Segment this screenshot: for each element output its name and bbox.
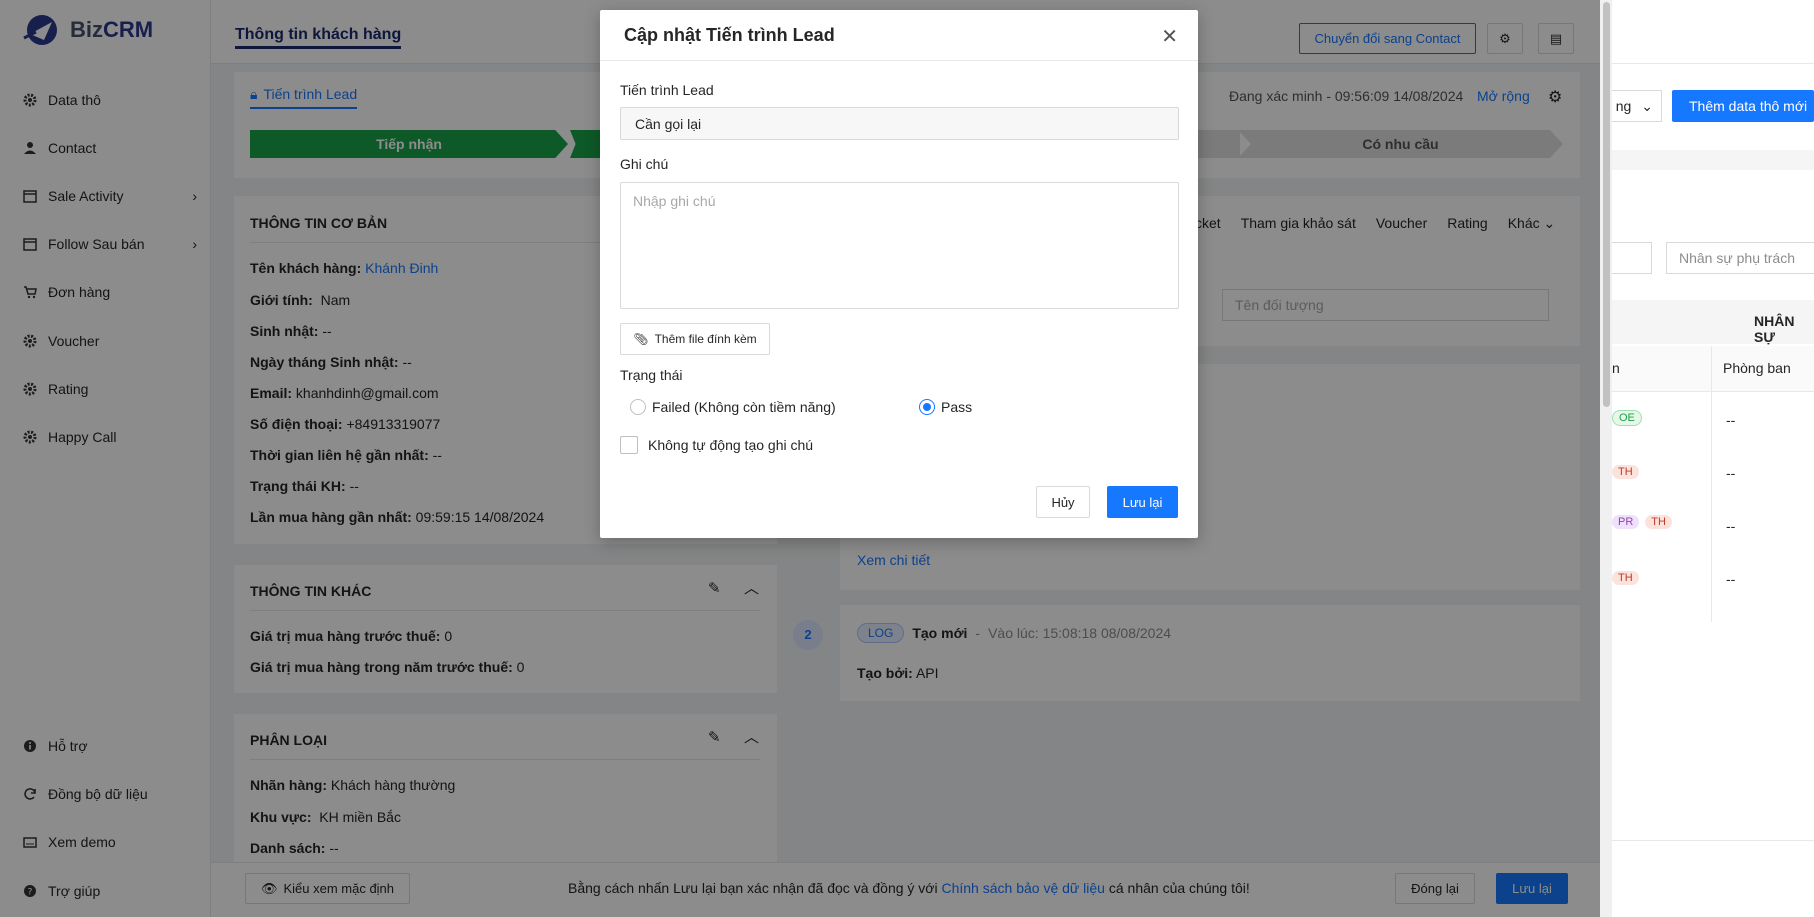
save-button[interactable]: Lưu lại	[1107, 486, 1178, 518]
col-divider	[1711, 346, 1712, 392]
staff-filter-input[interactable]: Nhân sự phụ trách	[1666, 242, 1814, 274]
dept-cell: --	[1726, 571, 1736, 587]
table-row[interactable]: PR TH	[1612, 515, 1672, 529]
table-row[interactable]: OE	[1612, 408, 1642, 426]
auto-note-checkbox[interactable]	[620, 436, 638, 454]
note-label: Ghi chú	[620, 156, 669, 172]
col-header-dept: Phòng ban	[1723, 360, 1791, 376]
scrollbar-thumb[interactable]	[1603, 2, 1610, 407]
radio-label: Pass	[941, 399, 973, 415]
col-header-fragment: n	[1612, 360, 1620, 376]
paperclip-icon: 📎︎	[633, 332, 649, 346]
progress-input[interactable]: Cần gọi lại	[620, 107, 1179, 140]
right-topbar	[1612, 0, 1814, 64]
col-divider	[1711, 392, 1712, 622]
status-option-failed[interactable]: Failed (Không còn tiềm năng)	[630, 399, 836, 415]
modal-title: Cập nhật Tiến trình Lead	[600, 10, 1198, 61]
right-footer	[1612, 840, 1814, 917]
dept-cell: --	[1726, 465, 1736, 481]
right-filter-input[interactable]	[1612, 242, 1652, 274]
close-icon[interactable]: ✕	[1161, 24, 1178, 49]
cancel-button[interactable]: Hủy	[1036, 486, 1090, 518]
radio-pass[interactable]	[919, 399, 935, 415]
radio-label: Failed (Không còn tiềm năng)	[652, 399, 836, 415]
attach-file-button[interactable]: 📎︎ Thêm file đính kèm	[620, 323, 770, 355]
table-row[interactable]: TH	[1612, 568, 1639, 585]
add-raw-data-button[interactable]: Thêm data thô mới	[1672, 90, 1814, 122]
chevron-down-icon: ⌄	[1641, 97, 1653, 114]
radio-failed[interactable]	[630, 399, 646, 415]
note-textarea[interactable]: Nhập ghi chú	[620, 182, 1179, 309]
right-band	[1612, 150, 1814, 170]
table-row[interactable]: TH	[1612, 462, 1639, 479]
dept-cell: --	[1726, 518, 1736, 534]
dept-cell: --	[1726, 412, 1736, 428]
right-dropdown[interactable]: ng ⌄	[1612, 90, 1662, 122]
status-option-pass[interactable]: Pass	[919, 399, 972, 415]
progress-label: Tiến trình Lead	[620, 82, 714, 98]
right-panel	[1612, 0, 1814, 917]
col-header-staff: NHÂN SỰ	[1754, 313, 1795, 345]
update-lead-progress-modal: Cập nhật Tiến trình Lead ✕ Tiến trình Le…	[600, 10, 1198, 538]
auto-note-option[interactable]: Không tự động tạo ghi chú	[620, 436, 813, 454]
checkbox-label: Không tự động tạo ghi chú	[648, 437, 814, 453]
status-label: Trạng thái	[620, 367, 683, 383]
